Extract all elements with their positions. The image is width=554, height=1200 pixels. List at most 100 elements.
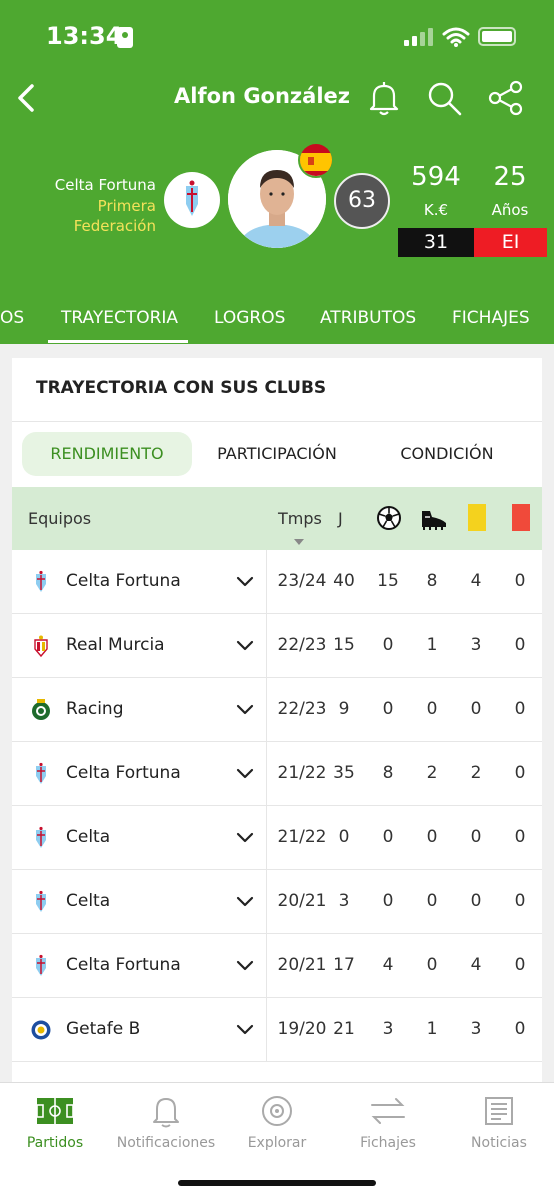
market-value: 594 [411,162,461,192]
nav-label: Fichajes [360,1135,416,1151]
tab-atributos[interactable]: ATRIBUTOS [320,308,416,328]
table-row[interactable]: Celta Fortuna 23/24 40 15 8 4 0 [12,550,542,614]
chevron-down-icon[interactable] [236,894,254,908]
cell-season: 21/22 [277,827,327,847]
nav-label: Noticias [471,1135,527,1151]
chevron-down-icon[interactable] [236,574,254,588]
card-title: TRAYECTORIA CON SUS CLUBS [36,378,327,398]
celta-crest-icon [186,180,198,216]
cell-red-cards: 0 [514,763,526,783]
cell-goals: 0 [382,827,394,847]
team-name[interactable]: Celta Fortuna [20,176,156,194]
table-row[interactable]: Getafe B 19/20 21 3 1 3 0 [12,998,542,1062]
celta-crest-icon [30,762,52,786]
chevron-down-icon[interactable] [236,702,254,716]
tab-fichajes[interactable]: FICHAJES [452,308,530,328]
cell-assists: 0 [426,827,438,847]
cell-goals: 8 [382,763,394,783]
cell-goals: 15 [377,571,399,591]
search-icon[interactable] [424,78,464,118]
cell-games: 0 [338,827,350,847]
league-name[interactable]: Primera Federación [20,196,156,236]
segment-participacion[interactable]: PARTICIPACIÓN [194,432,360,476]
cell-team[interactable]: Racing [66,699,124,719]
player-rating: 63 [334,173,390,229]
table-row[interactable]: Celta Fortuna 21/22 35 8 2 2 0 [12,742,542,806]
racing-crest-icon [30,698,52,722]
shirt-number: 31 [398,228,474,257]
bell-icon[interactable] [364,78,404,118]
celta-crest-icon [30,954,52,978]
spain-flag-icon [298,142,334,178]
nav-partidos[interactable]: Partidos [0,1093,110,1151]
cell-team[interactable]: Celta [66,827,110,847]
cell-red-cards: 0 [514,635,526,655]
tab-partidos[interactable]: OS [0,308,24,328]
column-temporada[interactable]: Tmps [278,509,322,528]
cell-goals: 0 [382,699,394,719]
nav-noticias[interactable]: Noticias [444,1093,554,1151]
cell-team[interactable]: Getafe B [66,1019,140,1039]
cell-red-cards: 0 [514,1019,526,1039]
red-card-icon [512,504,530,531]
nav-notificaciones[interactable]: Notificaciones [111,1093,221,1151]
cell-games: 3 [338,891,350,911]
cell-yellow-cards: 0 [470,827,482,847]
cell-team[interactable]: Real Murcia [66,635,165,655]
cell-team[interactable]: Celta Fortuna [66,763,181,783]
celta-crest-icon [30,826,52,850]
active-tab-indicator [48,340,188,343]
cell-assists: 1 [426,1019,438,1039]
cell-games: 17 [333,955,355,975]
cell-assists: 0 [426,891,438,911]
back-button[interactable] [12,80,42,116]
battery-icon [478,27,516,46]
chevron-down-icon[interactable] [236,830,254,844]
market-value-unit: K.€ [423,201,449,219]
club-badge[interactable] [164,172,220,228]
column-divider [266,870,267,933]
nav-explorar[interactable]: Explorar [222,1093,332,1151]
column-divider [266,614,267,677]
nav-fichajes[interactable]: Fichajes [333,1093,443,1151]
cell-games: 40 [333,571,355,591]
cell-games: 9 [338,699,350,719]
chevron-down-icon[interactable] [236,638,254,652]
table-row[interactable]: Celta 21/22 0 0 0 0 0 [12,806,542,870]
position-badge: EI [474,228,547,257]
cell-team[interactable]: Celta [66,891,110,911]
chevron-down-icon[interactable] [236,958,254,972]
tab-logros[interactable]: LOGROS [214,308,285,328]
table-row[interactable]: Racing 22/23 9 0 0 0 0 [12,678,542,742]
segment-rendimiento[interactable]: RENDIMIENTO [22,432,192,476]
pitch-icon [36,1098,74,1124]
column-partidos[interactable]: J [338,509,343,528]
cell-team[interactable]: Celta Fortuna [66,955,181,975]
celta-crest-icon [30,570,52,594]
table-row[interactable]: Celta Fortuna 20/21 17 4 0 4 0 [12,934,542,998]
cell-assists: 0 [426,955,438,975]
chevron-down-icon[interactable] [236,1022,254,1036]
cell-goals: 4 [382,955,394,975]
column-divider [266,998,267,1061]
cell-goals: 0 [382,891,394,911]
cell-team[interactable]: Celta Fortuna [66,571,181,591]
chevron-down-icon[interactable] [236,766,254,780]
sort-arrow-icon [294,539,304,545]
table-row[interactable]: Real Murcia 22/23 15 0 1 3 0 [12,614,542,678]
yellow-card-icon [468,504,486,531]
boot-icon [422,511,446,530]
nav-label: Partidos [26,1135,84,1151]
segment-condicion[interactable]: CONDICIÓN [362,432,532,476]
getafe-crest-icon [30,1018,52,1042]
cell-season: 22/23 [277,699,327,719]
bell-icon [153,1098,179,1128]
career-card: TRAYECTORIA CON SUS CLUBS RENDIMIENTO PA… [12,358,542,1082]
tab-trayectoria[interactable]: TRAYECTORIA [61,308,178,328]
cell-red-cards: 0 [514,955,526,975]
cell-season: 21/22 [277,763,327,783]
cell-yellow-cards: 4 [470,571,482,591]
table-row[interactable]: Celta 20/21 3 0 0 0 0 [12,870,542,934]
column-divider [266,550,267,613]
share-icon[interactable] [486,78,526,118]
